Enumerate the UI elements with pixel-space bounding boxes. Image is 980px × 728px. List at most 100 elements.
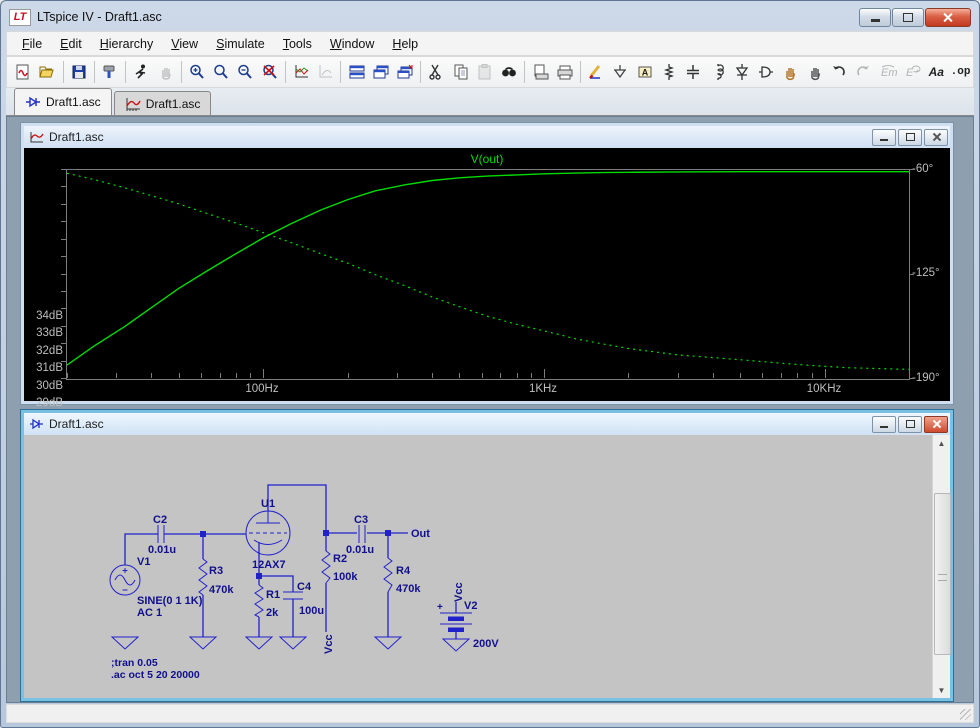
component-c2[interactable]: C2 0.01u	[148, 514, 176, 556]
net-label-out[interactable]: Out	[411, 528, 430, 540]
text-button[interactable]: Aa	[924, 60, 948, 84]
plot-restore-button[interactable]	[898, 129, 922, 146]
move-button[interactable]	[778, 60, 802, 84]
component-c3[interactable]: C3 0.01u	[346, 514, 374, 556]
axis-tick	[61, 308, 66, 309]
scrollbar-thumb[interactable]	[934, 493, 951, 655]
close-icon	[932, 420, 941, 428]
ground-symbols[interactable]	[112, 637, 469, 651]
plot-canvas[interactable]: V(out) 34dB 33dB 32dB 31dB 30dB 29dB 28d…	[24, 148, 950, 401]
svg-text:200V: 200V	[473, 638, 499, 650]
resize-grip[interactable]	[960, 709, 971, 720]
component-r1[interactable]: R1 2k	[255, 585, 280, 619]
capacitor-button[interactable]	[681, 60, 705, 84]
close-icon	[932, 133, 941, 141]
axis-tick	[713, 373, 714, 378]
axis-tick	[740, 373, 741, 378]
component-r3[interactable]: R3 470k	[199, 559, 234, 596]
find-button[interactable]	[497, 60, 521, 84]
drag-button[interactable]	[803, 60, 827, 84]
axis-tick	[500, 373, 501, 378]
svg-text:V1: V1	[137, 556, 150, 568]
ground-button[interactable]	[608, 60, 632, 84]
svg-text:V2: V2	[464, 600, 477, 612]
copy-button[interactable]	[449, 60, 473, 84]
tab-waveform[interactable]: Draft1.asc	[114, 91, 212, 115]
menu-view[interactable]: View	[162, 34, 207, 54]
cascade-windows-button[interactable]	[369, 60, 393, 84]
y-axis-tick-label: 32dB	[25, 345, 63, 357]
schematic-close-button[interactable]	[924, 416, 948, 433]
component-c4[interactable]: C4 100u	[283, 581, 324, 617]
tab-schematic[interactable]: Draft1.asc	[14, 88, 112, 115]
arrange-icons-button[interactable]	[393, 60, 417, 84]
spice-directive-button[interactable]: .op	[948, 60, 972, 84]
restore-icon	[903, 13, 913, 22]
scroll-up-icon[interactable]: ▲	[934, 435, 949, 451]
schematic-drawing: V1 SINE(0 1 1K) AC 1 C2 0.01u R3 470	[24, 435, 935, 697]
zoom-in-button[interactable]	[185, 60, 209, 84]
zoom-full-extents-button[interactable]	[258, 60, 282, 84]
menu-help[interactable]: Help	[383, 34, 427, 54]
schematic-minimize-button[interactable]	[872, 416, 896, 433]
inductor-button[interactable]	[705, 60, 729, 84]
print-button[interactable]	[553, 60, 577, 84]
axis-tick	[531, 373, 532, 378]
menu-hierarchy[interactable]: Hierarchy	[91, 34, 163, 54]
menu-window[interactable]: Window	[321, 34, 383, 54]
wires[interactable]	[125, 485, 456, 639]
menu-edit[interactable]: Edit	[51, 34, 91, 54]
plot-window-titlebar[interactable]: Draft1.asc	[24, 126, 950, 148]
trace-label[interactable]: V(out)	[24, 152, 950, 166]
scroll-down-icon[interactable]: ▼	[934, 682, 949, 698]
axis-tick	[61, 169, 66, 170]
spice-directive-ac[interactable]: .ac oct 5 20 20000	[111, 669, 200, 681]
control-panel-button[interactable]	[98, 60, 122, 84]
undo-button[interactable]	[827, 60, 851, 84]
cut-button[interactable]	[424, 60, 448, 84]
component-r2[interactable]: R2 100k Vcc	[322, 551, 358, 654]
halt-button	[153, 60, 177, 84]
print-preview-button[interactable]	[528, 60, 552, 84]
schematic-restore-button[interactable]	[898, 416, 922, 433]
component-r4[interactable]: R4 470k	[384, 558, 421, 595]
ltspice-logo-icon: LT	[9, 9, 31, 26]
component-v1[interactable]: V1 SINE(0 1 1K) AC 1	[110, 556, 203, 619]
plot-minimize-button[interactable]	[872, 129, 896, 146]
schematic-canvas[interactable]: V1 SINE(0 1 1K) AC 1 C2 0.01u R3 470	[24, 435, 950, 698]
toolbar-separator	[420, 61, 421, 83]
diode-button[interactable]	[730, 60, 754, 84]
menu-simulate[interactable]: Simulate	[207, 34, 274, 54]
svg-text:C4: C4	[297, 581, 312, 593]
resistor-button[interactable]	[657, 60, 681, 84]
vertical-scrollbar[interactable]: ▲ ▼	[932, 435, 950, 698]
zoom-out-button[interactable]	[233, 60, 257, 84]
plot-close-button[interactable]	[924, 129, 948, 146]
phase-trace[interactable]	[67, 173, 909, 369]
rotate-button: E	[900, 60, 924, 84]
open-file-button[interactable]	[35, 60, 59, 84]
close-button[interactable]	[925, 8, 971, 27]
axis-tick	[397, 373, 398, 378]
label-net-button[interactable]: A	[633, 60, 657, 84]
titlebar[interactable]: LT LTspice IV - Draft1.asc	[5, 4, 975, 30]
wire-button[interactable]	[584, 60, 608, 84]
save-button[interactable]	[67, 60, 91, 84]
autorange-button[interactable]	[289, 60, 313, 84]
pan-plot-button	[313, 60, 337, 84]
new-schematic-button[interactable]	[11, 60, 35, 84]
zoom-back-button[interactable]	[209, 60, 233, 84]
component-u1[interactable]: U1 12AX7	[246, 498, 290, 571]
axis-tick	[61, 326, 66, 327]
menu-tools[interactable]: Tools	[274, 34, 321, 54]
spice-directive-tran[interactable]: ;tran 0.05	[111, 657, 158, 669]
run-button[interactable]	[129, 60, 153, 84]
tile-windows-button[interactable]	[344, 60, 368, 84]
component-button[interactable]	[754, 60, 778, 84]
menu-file[interactable]: File	[13, 34, 51, 54]
schematic-window-titlebar[interactable]: Draft1.asc	[24, 413, 950, 435]
minimize-button[interactable]	[859, 8, 891, 27]
restore-button[interactable]	[892, 8, 924, 27]
y-axis-tick-label: 30dB	[25, 380, 63, 392]
magnitude-trace[interactable]	[67, 172, 909, 365]
